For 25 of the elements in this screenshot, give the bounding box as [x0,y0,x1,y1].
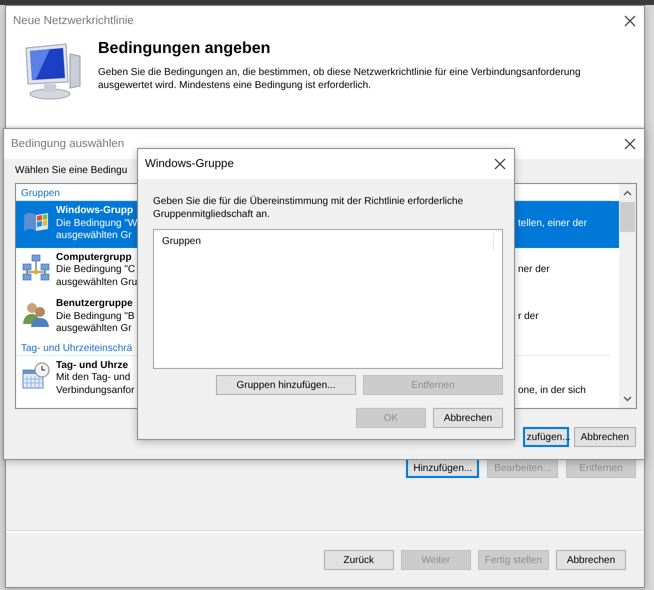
item-title: Tag- und Uhrze [56,360,128,372]
item-description: ner der [518,264,550,276]
item-title: Benutzergruppe [56,298,133,310]
item-description: ausgewählten Gr [56,323,132,336]
category-header: Gruppen [21,188,60,199]
page-heading: Bedingungen angeben [98,40,272,58]
item-description: Die Bedingung "W [56,218,138,230]
window-title: Windows-Gruppe [145,158,234,170]
item-title: Computergrupp [56,252,132,264]
item-description: Die Bedingung "B [56,310,135,323]
category-header: Tag- und Uhrzeiteinschrä [21,342,132,354]
item-description: Die Bedingung "C [56,264,136,276]
item-description: ausgewählten Gr [56,230,132,242]
item-description: Mit den Tag- und [56,372,130,384]
item-description: Verbindungsanfor [56,384,134,397]
page-description: Geben Sie die Bedingungen an, die bestimmen, ob diese Netzwerkrichtlinie für eine Verbindungsanforderung ausgewertet wird. Mindestens eine Bedingung ist erforderlich. [98,66,582,92]
item-description: r der [518,310,539,323]
item-description: one, in der sich [518,384,586,397]
prompt-label: Wählen Sie eine Bedingu [15,165,128,176]
item-description: ausgewählten Gru [56,276,138,289]
item-description: tellen, einer der [518,218,587,230]
instruction-text: Geben Sie die für die Übereinstimmung mit der Richtlinie erforderliche Gruppenmitgliedschaft an. [153,195,464,221]
window-title: Bedingung auswählen [11,138,124,150]
window-title: Neue Netzwerkrichtlinie [13,15,134,27]
item-title: Windows-Grupp [56,205,134,218]
